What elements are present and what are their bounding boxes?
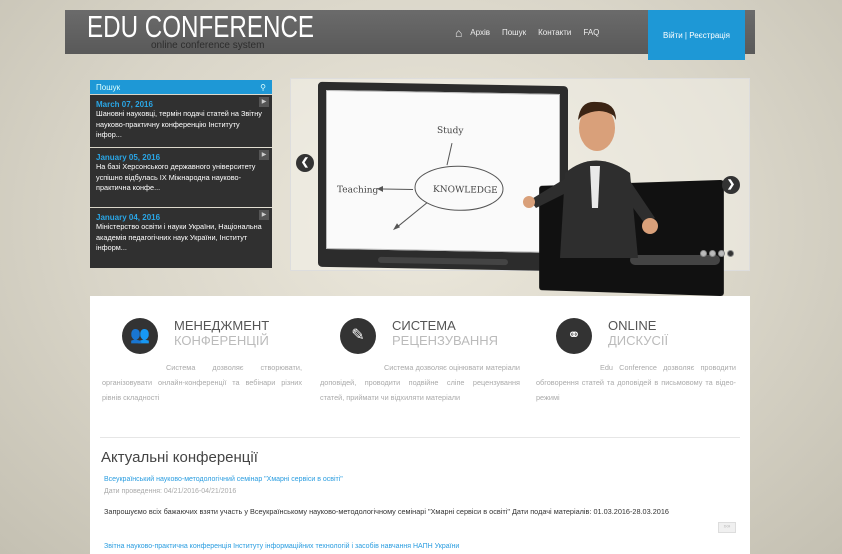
conference-description: Запрошуємо всіх бажаючих взяти участь у … xyxy=(104,507,669,516)
presenter-image xyxy=(523,101,658,258)
search-icon[interactable]: ⚲ xyxy=(260,83,266,92)
slider-prev-button[interactable]: ❮ xyxy=(296,154,314,172)
news-date: January 05, 2016 xyxy=(96,153,161,162)
news-text[interactable]: На базі Херсонського державного універси… xyxy=(96,162,266,194)
conference-dates: Дати проведення: 04/21/2016-04/21/2016 xyxy=(104,488,237,495)
feature-description: Edu Conference дозволяє проводити обгово… xyxy=(536,363,736,402)
divider xyxy=(100,437,740,438)
login-register-button[interactable]: Війти | Реєстрація xyxy=(648,10,745,60)
arrow-right-icon[interactable]: ▶ xyxy=(259,210,269,220)
arrow-right-icon[interactable]: ▶ xyxy=(259,150,269,160)
news-text[interactable]: Шановні науковці, термін подачі статей н… xyxy=(96,109,266,141)
chat-icon: ⚭ xyxy=(556,318,592,354)
feature-title: ONLINE xyxy=(608,318,657,333)
news-date: March 07, 2016 xyxy=(96,100,153,109)
section-title: Актуальні конференції xyxy=(101,449,258,466)
news-search-label: Пошук xyxy=(96,82,121,92)
feature-title: СИСТЕМА xyxy=(392,318,456,333)
image-slider: KNOWLEDGE Teaching Study ❮ ❯ xyxy=(290,78,750,297)
nav-search[interactable]: Пошук xyxy=(502,28,526,37)
home-icon[interactable]: ⌂ xyxy=(455,27,462,39)
feature-description: Система дозволяє створювати, організовув… xyxy=(102,363,302,402)
nav-archive[interactable]: Архів xyxy=(470,28,490,37)
feature-title: МЕНЕДЖМЕНТ xyxy=(174,318,270,333)
slider-dot[interactable] xyxy=(700,250,707,257)
site-header: EDU CONFERENCE online conference system … xyxy=(65,10,755,60)
site-logo[interactable]: EDU CONFERENCE online conference system xyxy=(87,10,378,52)
logo-subtitle: online conference system xyxy=(151,40,265,51)
slider-dots xyxy=(700,250,734,257)
read-more-button[interactable]: »» xyxy=(718,522,736,533)
users-icon: 👥 xyxy=(122,318,158,354)
slider-next-button[interactable]: ❯ xyxy=(722,176,740,194)
board-word-study: Study xyxy=(437,126,464,136)
board-word-knowledge: KNOWLEDGE xyxy=(433,185,498,196)
conference-link[interactable]: Звітна науково-практична конференція Інс… xyxy=(104,543,459,550)
logo-title[interactable]: EDU CONFERENCE xyxy=(87,10,314,44)
news-date: January 04, 2016 xyxy=(96,213,161,222)
feature-description: Система дозволяє оцінювати матеріали доп… xyxy=(320,363,520,402)
nav-faq[interactable]: FAQ xyxy=(583,28,599,37)
feature-subtitle: РЕЦЕНЗУВАННЯ xyxy=(392,333,499,348)
arrow-right-icon[interactable]: ▶ xyxy=(259,97,269,107)
board-word-teaching: Teaching xyxy=(337,185,379,196)
news-item[interactable]: ▶ January 05, 2016 На базі Херсонського … xyxy=(90,148,272,207)
conference-link[interactable]: Всеукраїнський науково-методологічний се… xyxy=(104,476,343,483)
nav-contacts[interactable]: Контакти xyxy=(538,28,571,37)
news-panel: Пошук ⚲ ▶ March 07, 2016 Шановні науковц… xyxy=(90,80,272,268)
feature-subtitle: ДИСКУСІЇ xyxy=(608,333,669,348)
slider-dot[interactable] xyxy=(718,250,725,257)
news-search-bar[interactable]: Пошук ⚲ xyxy=(90,80,272,94)
news-item[interactable]: ▶ March 07, 2016 Шановні науковці, термі… xyxy=(90,95,272,147)
slider-dot[interactable] xyxy=(709,250,716,257)
news-item[interactable]: ▶ January 04, 2016 Міністерство освіти і… xyxy=(90,208,272,268)
main-content: 👥 МЕНЕДЖМЕНТ КОНФЕРЕНЦІЙ Система дозволя… xyxy=(90,296,750,554)
feature-subtitle: КОНФЕРЕНЦІЙ xyxy=(174,333,269,348)
slider-dot-active[interactable] xyxy=(727,250,734,257)
edit-icon: ✎ xyxy=(340,318,376,354)
main-nav: ⌂ Архів Пошук Контакти FAQ xyxy=(455,27,611,39)
news-text[interactable]: Міністерство освіти і науки України, Нац… xyxy=(96,222,266,254)
